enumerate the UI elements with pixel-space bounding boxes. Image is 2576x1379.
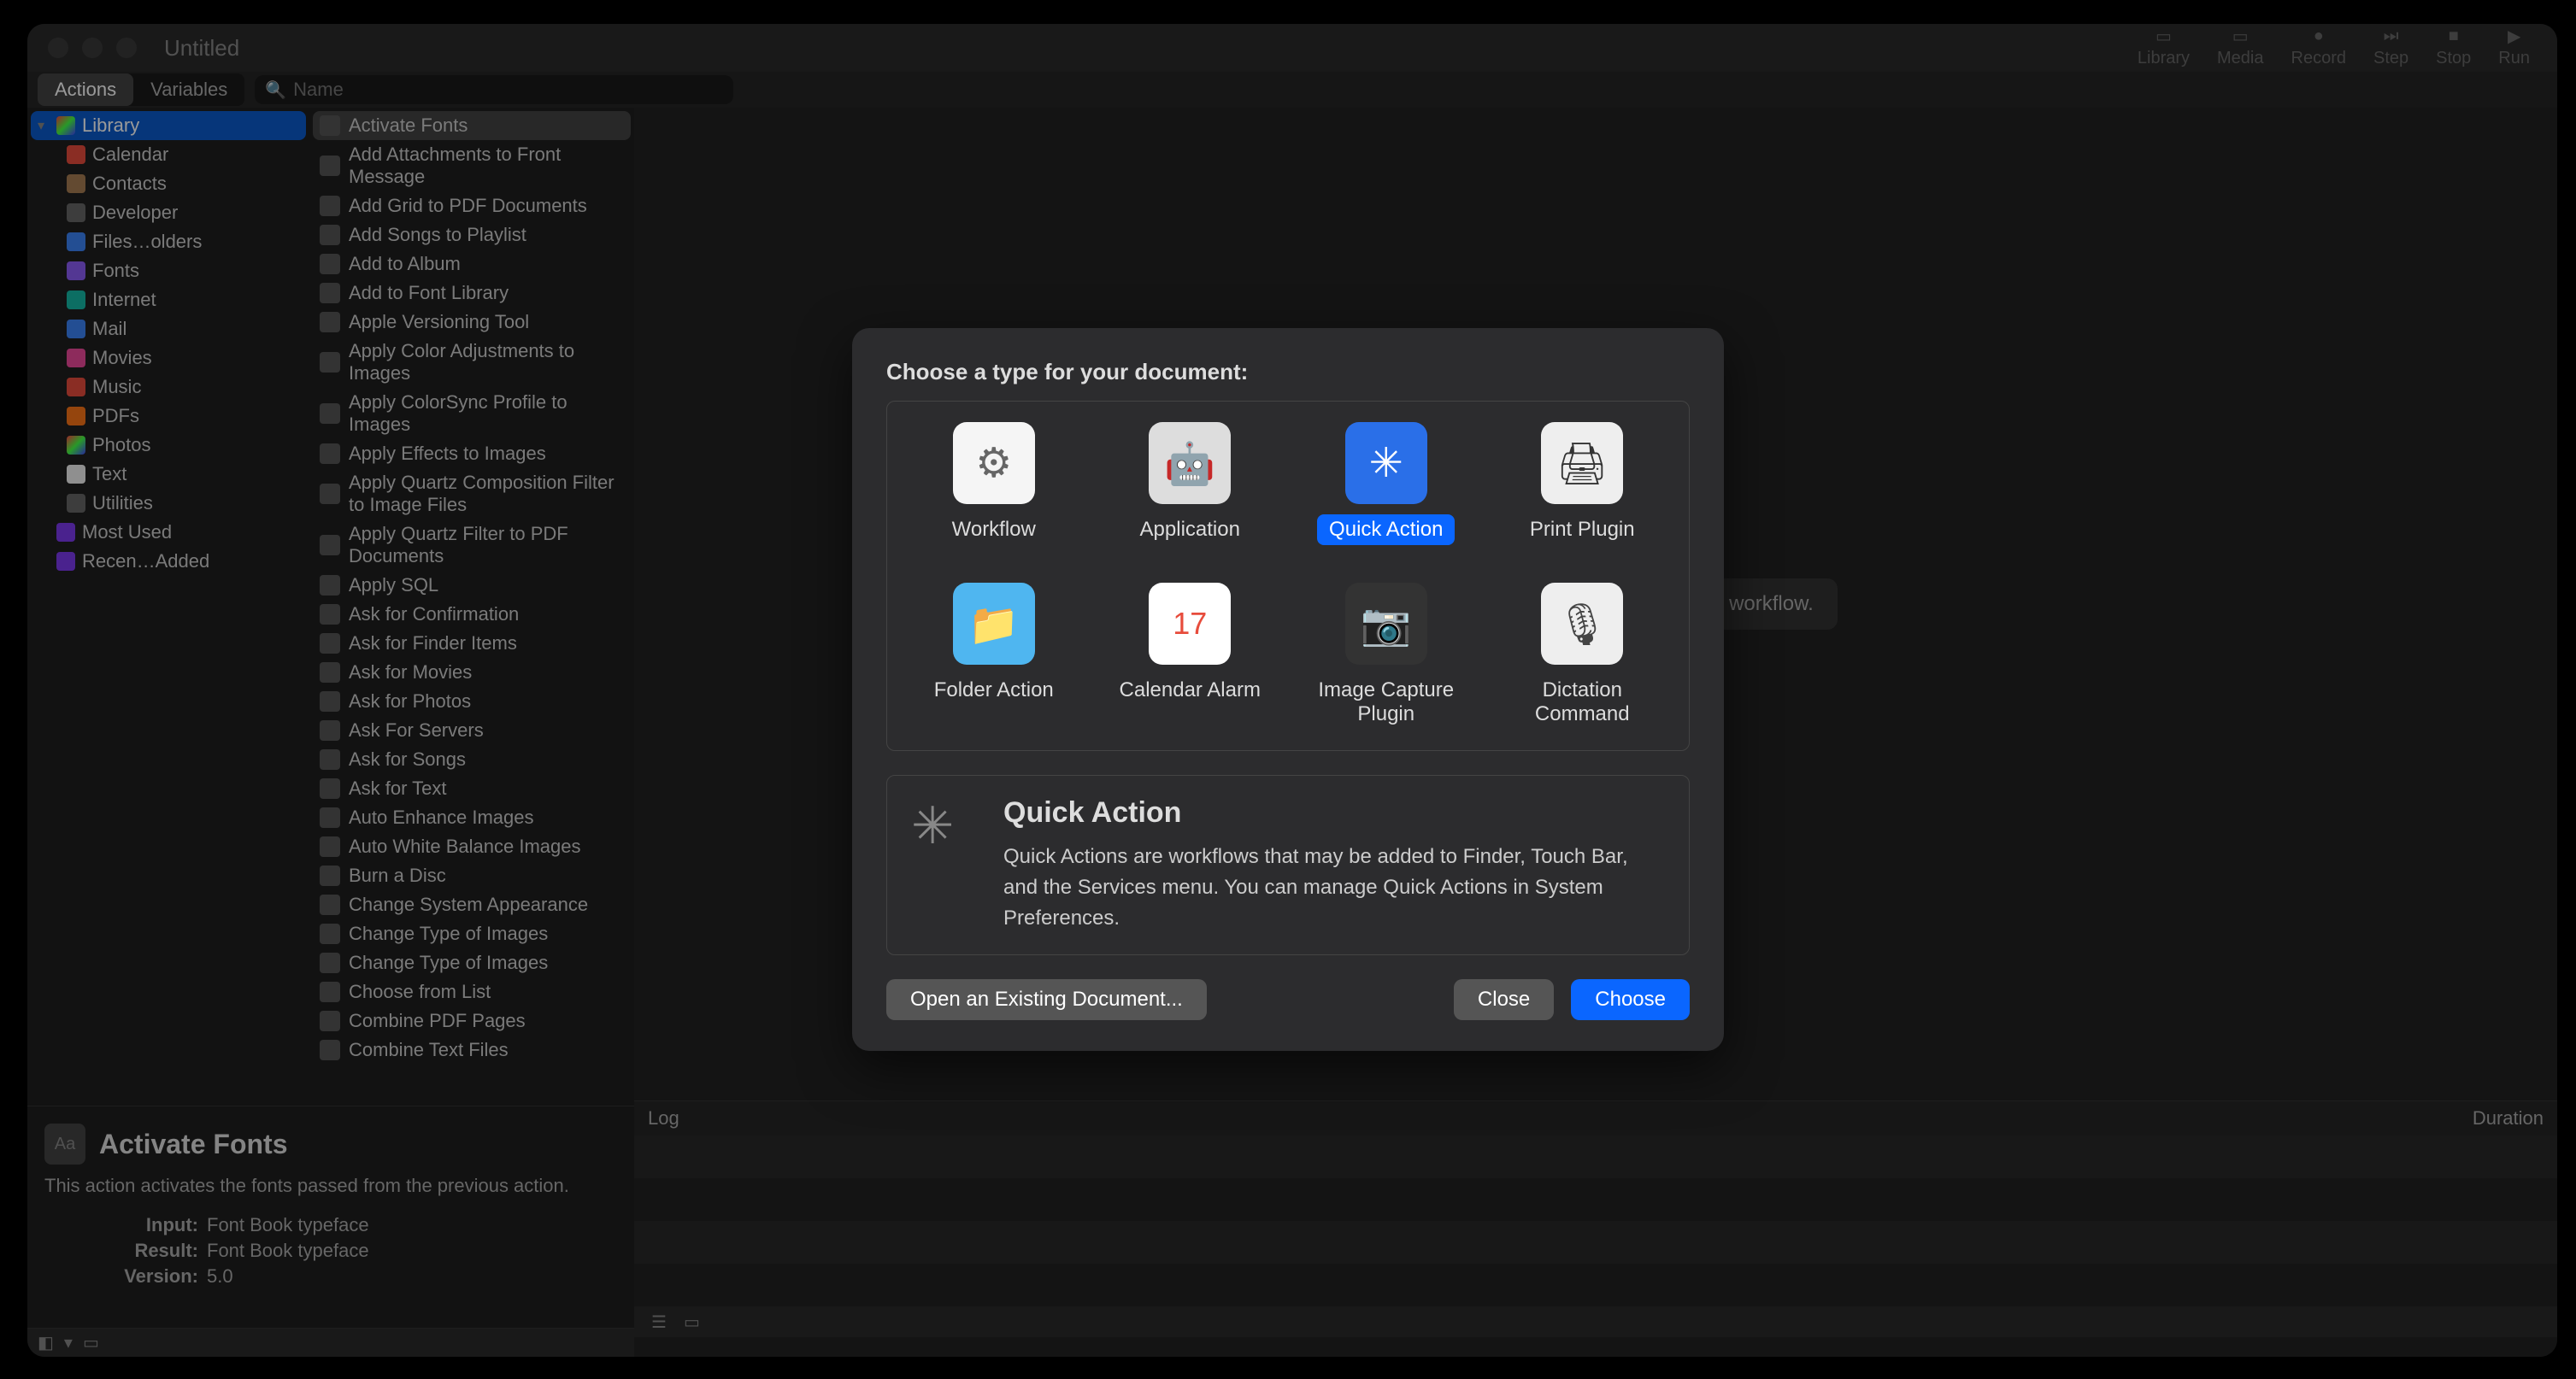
type-option-workflow[interactable]: ⚙ Workflow bbox=[904, 415, 1084, 552]
type-icon: ⚙ bbox=[953, 422, 1035, 504]
type-option-image-capture-plugin[interactable]: 📷 Image Capture Plugin bbox=[1297, 576, 1476, 736]
type-desc-title: Quick Action bbox=[1003, 796, 1665, 830]
type-desc-text: Quick Actions are workflows that may be … bbox=[1003, 842, 1665, 934]
type-label: Dictation Command bbox=[1500, 675, 1666, 730]
type-icon: 📷 bbox=[1345, 583, 1427, 665]
open-existing-button[interactable]: Open an Existing Document... bbox=[886, 979, 1207, 1020]
type-label: Image Capture Plugin bbox=[1303, 675, 1469, 730]
type-grid: ⚙ Workflow 🤖 Application ✳ Quick Action 🖨 Print… bbox=[886, 401, 1690, 751]
type-icon: 17 bbox=[1149, 583, 1231, 665]
choose-button[interactable]: Choose bbox=[1571, 979, 1690, 1020]
type-label: Calendar Alarm bbox=[1108, 675, 1273, 706]
type-icon: 📁 bbox=[953, 583, 1035, 665]
type-icon: 🤖 bbox=[1149, 422, 1231, 504]
type-option-quick-action[interactable]: ✳ Quick Action bbox=[1297, 415, 1476, 552]
type-icon: ✳ bbox=[1345, 422, 1427, 504]
close-button[interactable]: Close bbox=[1454, 979, 1554, 1020]
type-label: Quick Action bbox=[1317, 514, 1455, 545]
modal-button-row: Open an Existing Document... Close Choos… bbox=[886, 979, 1690, 1020]
type-label: Print Plugin bbox=[1518, 514, 1647, 545]
type-label: Application bbox=[1128, 514, 1252, 545]
modal-heading: Choose a type for your document: bbox=[886, 359, 1690, 385]
type-icon: 🎙 bbox=[1541, 583, 1623, 665]
type-option-calendar-alarm[interactable]: 17 Calendar Alarm bbox=[1101, 576, 1280, 736]
type-option-dictation-command[interactable]: 🎙 Dictation Command bbox=[1493, 576, 1673, 736]
type-icon: 🖨 bbox=[1541, 422, 1623, 504]
modal-overlay: Choose a type for your document: ⚙ Workfl… bbox=[0, 0, 2576, 1379]
type-label: Folder Action bbox=[922, 675, 1066, 706]
type-option-print-plugin[interactable]: 🖨 Print Plugin bbox=[1493, 415, 1673, 552]
type-option-folder-action[interactable]: 📁 Folder Action bbox=[904, 576, 1084, 736]
type-option-application[interactable]: 🤖 Application bbox=[1101, 415, 1280, 552]
document-type-modal: Choose a type for your document: ⚙ Workfl… bbox=[852, 328, 1724, 1051]
type-label: Workflow bbox=[940, 514, 1048, 545]
type-description: ✳︎ Quick Action Quick Actions are workfl… bbox=[886, 775, 1690, 955]
gear-icon: ✳︎ bbox=[911, 796, 979, 865]
